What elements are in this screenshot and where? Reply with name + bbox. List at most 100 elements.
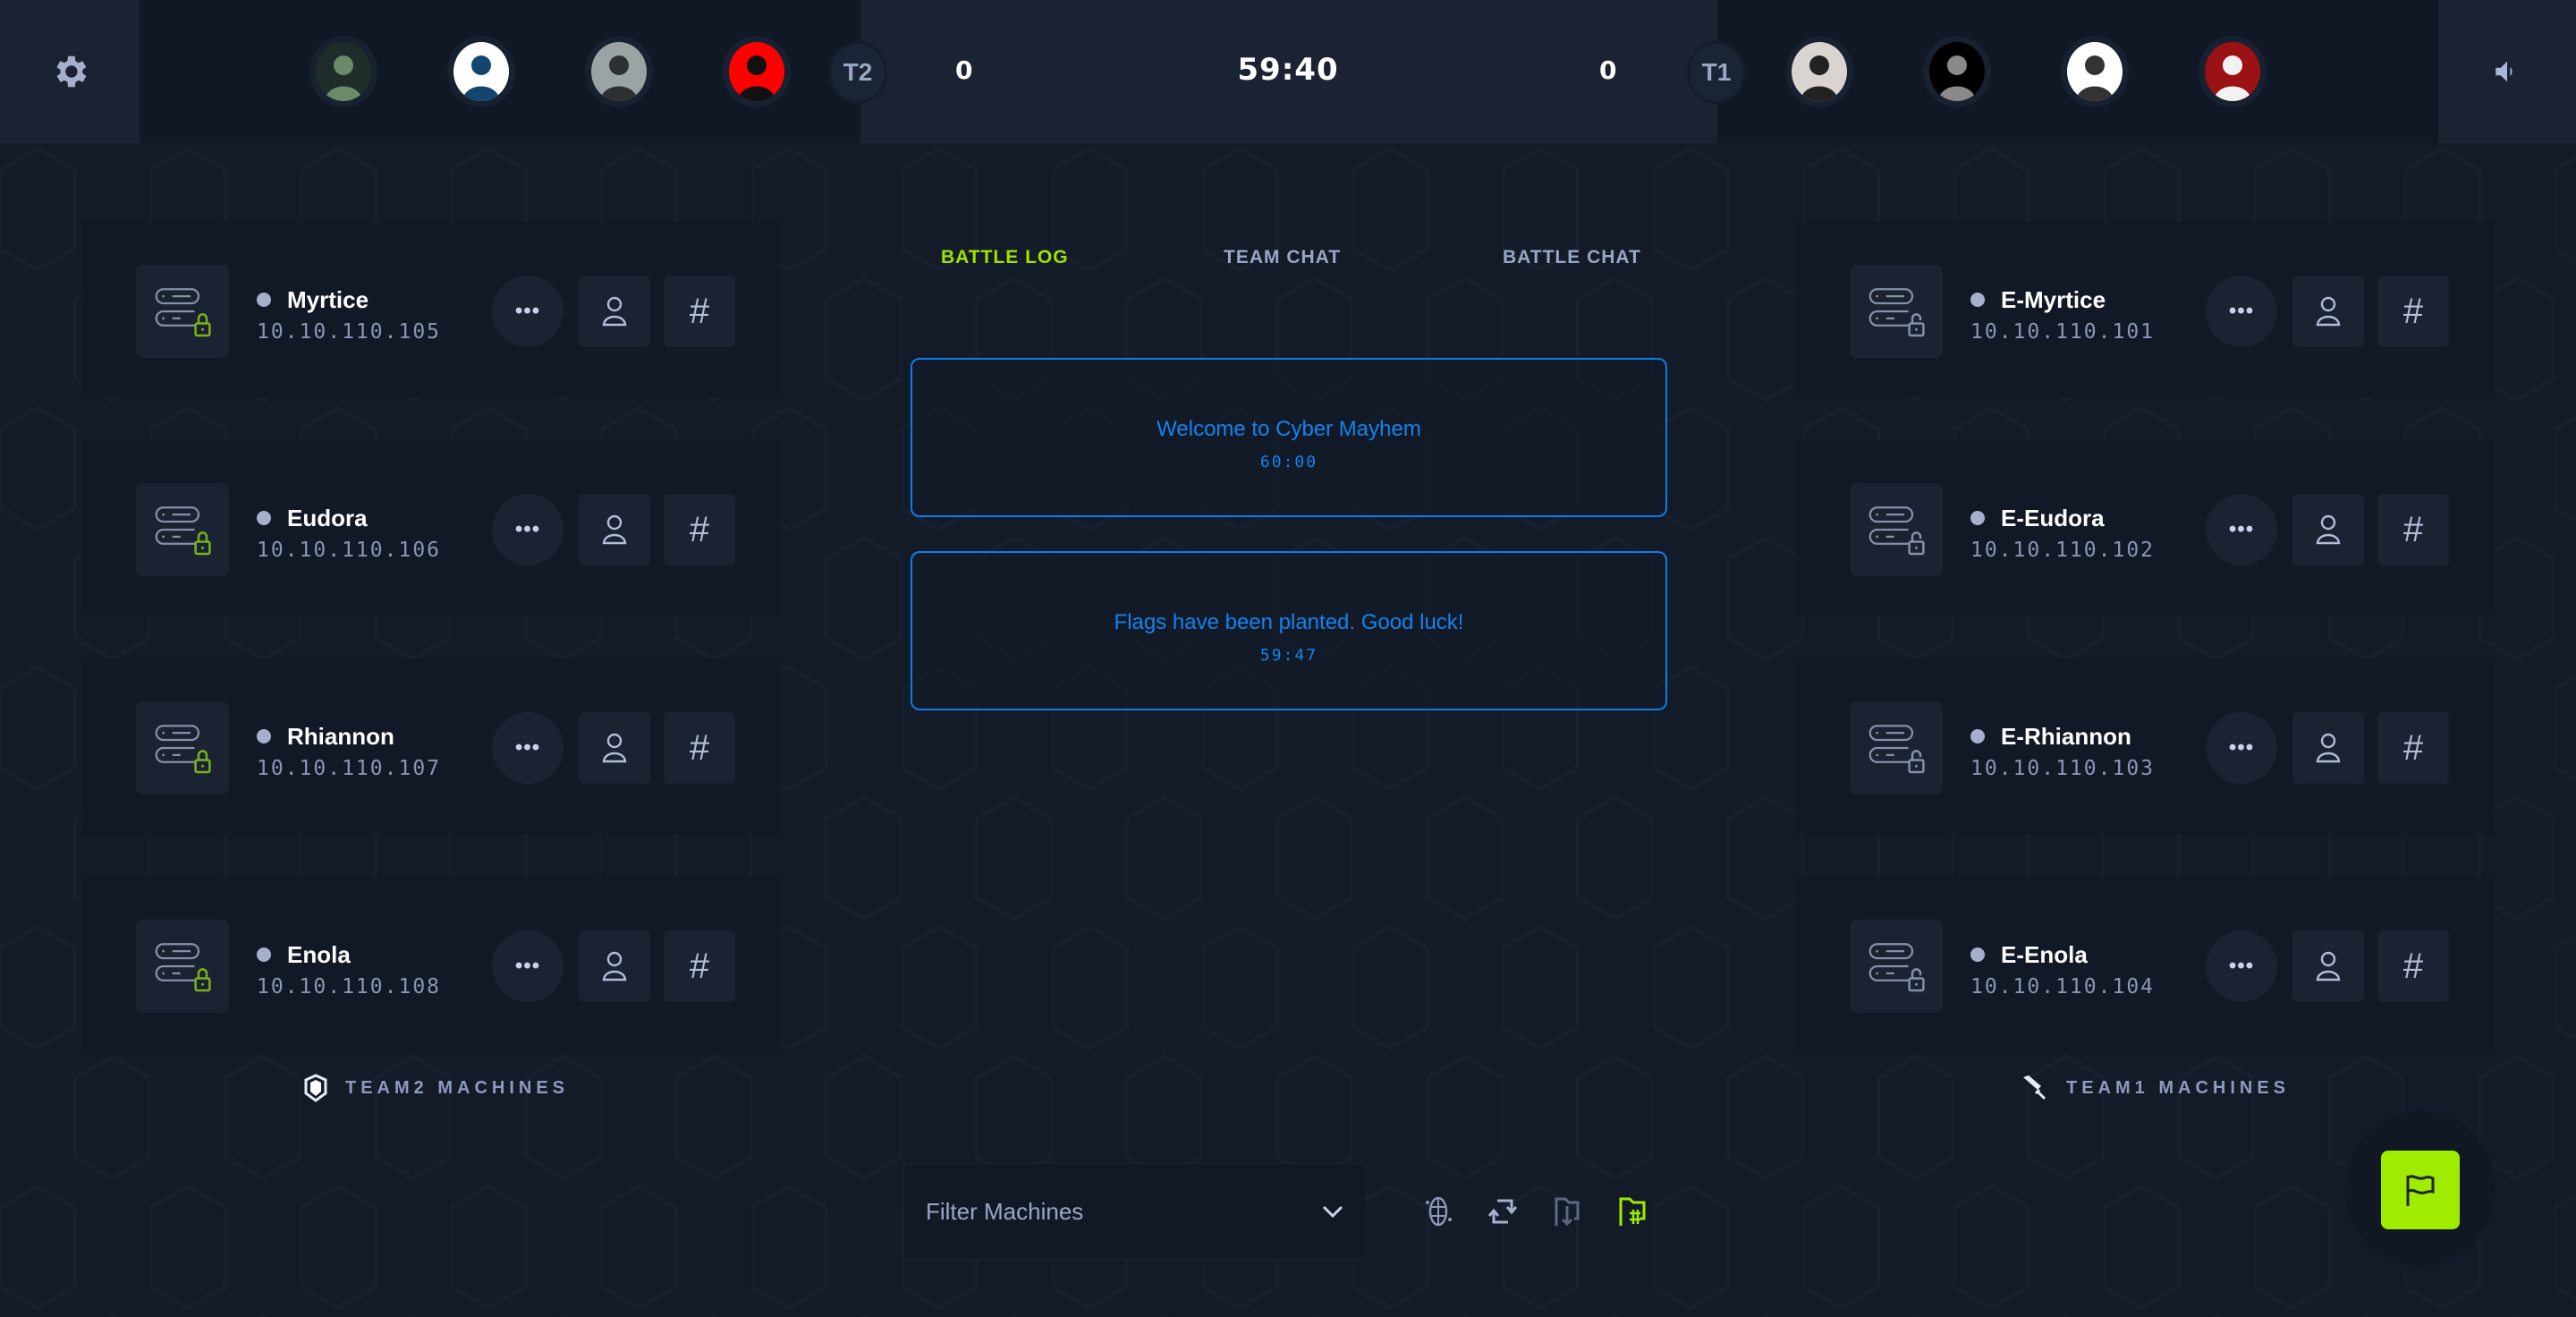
hash-icon: #	[2402, 291, 2424, 331]
root-flag-button[interactable]: #	[664, 494, 735, 565]
player-avatar[interactable]	[309, 36, 377, 107]
root-flag-button[interactable]: #	[664, 712, 735, 784]
hash-icon: #	[2402, 509, 2424, 549]
machine-card: Rhiannon 10.10.110.107 ••• #	[82, 658, 780, 834]
user-flag-button[interactable]	[2292, 930, 2364, 1002]
log-time: 60:00	[1259, 453, 1318, 472]
gear-icon	[56, 55, 87, 88]
team1-score: 0	[1599, 55, 1617, 85]
user-flag-button[interactable]	[2292, 276, 2364, 347]
root-flag-button[interactable]: #	[2377, 930, 2449, 1002]
machine-info: Eudora 10.10.110.106	[257, 505, 441, 562]
player-avatar[interactable]	[723, 36, 791, 107]
log-time: 59:47	[1259, 646, 1318, 665]
root-flag-button[interactable]: #	[2377, 712, 2449, 784]
flag-hash-button[interactable]	[1610, 1190, 1653, 1233]
volume-button[interactable]	[2438, 0, 2576, 143]
machine-card: Eudora 10.10.110.106 ••• #	[82, 440, 780, 616]
machine-info: E-Enola 10.10.110.104	[1970, 941, 2155, 998]
team1-machines-label: TEAM1 MACHINES	[2020, 1074, 2290, 1102]
server-icon-box	[1850, 265, 1943, 358]
hash-icon: #	[2402, 946, 2424, 986]
machine-card: E-Myrtice 10.10.110.101 ••• #	[1796, 222, 2494, 397]
server-lock-icon	[155, 943, 211, 992]
submit-flag-button[interactable]	[2381, 1151, 2460, 1229]
swap-refresh-button[interactable]	[1481, 1190, 1524, 1233]
machine-more-button[interactable]: •••	[2206, 930, 2277, 1002]
log-message: Flags have been planted. Good luck!	[1114, 610, 1464, 634]
flag-icon	[2406, 1175, 2435, 1206]
user-flag-button[interactable]	[579, 930, 650, 1002]
hash-icon: #	[689, 727, 710, 768]
sword-icon	[2023, 1075, 2046, 1100]
root-flag-button[interactable]: #	[2377, 494, 2449, 565]
machine-more-button[interactable]: •••	[492, 930, 564, 1002]
hash-icon: #	[2402, 727, 2424, 768]
machine-name: Enola	[287, 940, 351, 968]
server-lock-icon	[1868, 288, 1925, 337]
machine-info: Rhiannon 10.10.110.107	[257, 723, 441, 780]
root-flag-button[interactable]: #	[2377, 276, 2449, 347]
tab-battle-chat[interactable]: BATTLE CHAT	[1503, 247, 1641, 268]
match-timer: 59:40	[1237, 52, 1339, 88]
machine-more-button[interactable]: •••	[492, 494, 564, 565]
player-avatar[interactable]	[2061, 36, 2129, 107]
player-avatar[interactable]	[1785, 36, 1853, 107]
status-dot	[257, 729, 271, 743]
plague-doctor-avatar	[316, 42, 371, 101]
more-icon: •••	[514, 299, 541, 323]
machine-info: E-Rhiannon 10.10.110.103	[1970, 723, 2155, 780]
user-icon	[2316, 514, 2341, 545]
machine-name: E-Myrtice	[2001, 285, 2106, 313]
machine-card: E-Eudora 10.10.110.102 ••• #	[1796, 440, 2494, 616]
machine-card: E-Rhiannon 10.10.110.103 ••• #	[1796, 658, 2494, 834]
dark-figure-avatar	[1929, 42, 1985, 101]
server-icon-box	[136, 483, 229, 576]
user-flag-button[interactable]	[2292, 712, 2364, 784]
player-avatar[interactable]	[447, 36, 515, 107]
user-icon	[602, 514, 627, 545]
player-avatar[interactable]	[585, 36, 653, 107]
tab-battle-log[interactable]: BATTLE LOG	[941, 247, 1069, 268]
more-icon: •••	[2228, 517, 2255, 541]
machine-more-button[interactable]: •••	[492, 712, 564, 784]
user-flag-button[interactable]	[2292, 494, 2364, 565]
machine-ip: 10.10.110.104	[1970, 975, 2156, 998]
user-flag-button[interactable]	[579, 712, 650, 784]
machine-more-button[interactable]: •••	[492, 276, 564, 347]
root-flag-button[interactable]: #	[664, 930, 735, 1002]
player-avatar[interactable]	[1923, 36, 1991, 107]
root-flag-button[interactable]: #	[664, 276, 735, 347]
player-avatar[interactable]	[2199, 36, 2267, 107]
filter-machines-select[interactable]: Filter Machines	[903, 1163, 1367, 1260]
machine-card: Enola 10.10.110.108 ••• #	[82, 877, 780, 1052]
flag-download-button[interactable]	[1546, 1190, 1589, 1233]
machine-name-row: E-Myrtice	[1970, 286, 2155, 313]
more-icon: •••	[514, 735, 541, 760]
team1-badge: T1	[1687, 41, 1746, 104]
network-globe-button[interactable]	[1417, 1190, 1460, 1233]
server-icon-box	[1850, 701, 1943, 794]
tab-team-chat[interactable]: TEAM CHAT	[1224, 247, 1341, 268]
server-icon-box	[136, 265, 229, 358]
penguin-avatar	[2067, 42, 2123, 101]
machine-more-button[interactable]: •••	[2206, 712, 2277, 784]
user-flag-button[interactable]	[579, 276, 650, 347]
server-lock-icon	[1868, 506, 1925, 556]
speaker-icon	[2496, 61, 2512, 82]
machine-info: Enola 10.10.110.108	[257, 941, 441, 998]
server-icon-box	[1850, 483, 1943, 576]
pixel-tower-avatar	[453, 42, 509, 101]
team2-machines-label: TEAM2 MACHINES	[304, 1074, 569, 1102]
user-flag-button[interactable]	[579, 494, 650, 565]
machine-info: Myrtice 10.10.110.105	[257, 286, 441, 344]
log-entry: Welcome to Cyber Mayhem 60:00	[911, 358, 1667, 517]
settings-button[interactable]	[0, 0, 140, 143]
machine-card: E-Enola 10.10.110.104 ••• #	[1796, 877, 2494, 1052]
hash-icon: #	[689, 509, 710, 549]
flag-download-icon	[1555, 1197, 1580, 1227]
machine-more-button[interactable]: •••	[2206, 276, 2277, 347]
machine-more-button[interactable]: •••	[2206, 494, 2277, 565]
team1-machine-list: E-Myrtice 10.10.110.101 ••• # E-Eudora 10.10.…	[1796, 222, 2494, 1095]
server-lock-icon	[1868, 943, 1925, 992]
